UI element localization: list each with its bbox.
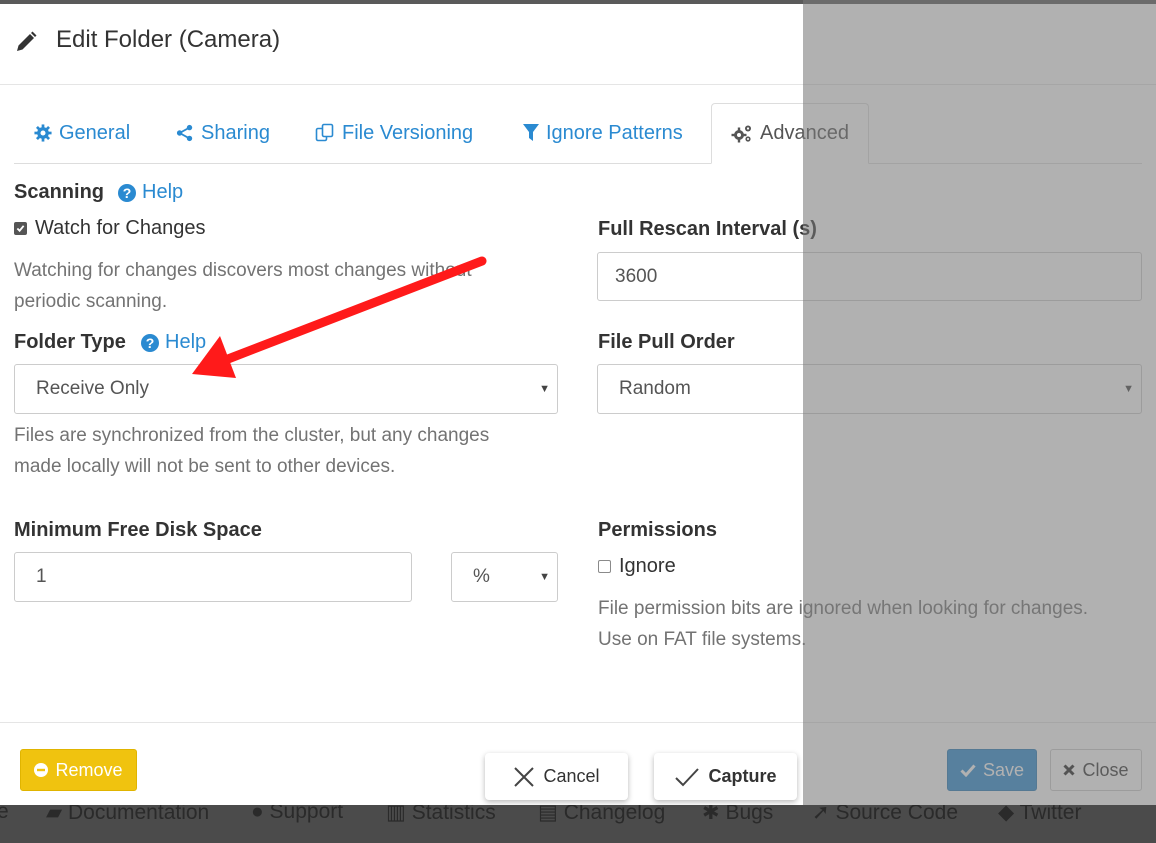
question-circle-icon: ?	[141, 333, 159, 352]
min-disk-input[interactable]: 1	[14, 552, 412, 602]
tab-general[interactable]: General	[34, 103, 130, 163]
folder-type-help-link[interactable]: ? Help	[141, 331, 206, 354]
permissions-label: Permissions	[598, 519, 717, 541]
pull-order-value: Random	[619, 378, 691, 399]
folder-type-select[interactable]: Receive Only ▼	[14, 364, 558, 414]
question-circle-icon: ?	[118, 183, 136, 202]
watch-for-changes-label: Watch for Changes	[35, 217, 206, 239]
min-disk-unit-select[interactable]: % ▼	[451, 552, 558, 602]
check-icon	[960, 764, 976, 777]
edit-folder-modal: Edit Folder (Camera) General Sharing Fil…	[0, 4, 1156, 805]
scanning-hint: Watching for changes discovers most chan…	[14, 260, 472, 312]
folder-type-help-text: Help	[165, 331, 207, 353]
folder-type-label: Folder Type	[14, 331, 126, 353]
remove-button[interactable]: Remove	[20, 749, 137, 791]
pencil-icon	[17, 31, 37, 51]
rescan-interval-input[interactable]: 3600	[597, 252, 1142, 301]
copy-icon	[315, 123, 334, 142]
min-disk-label: Minimum Free Disk Space	[14, 519, 262, 541]
save-button-label: Save	[982, 759, 1025, 780]
minus-circle-icon	[34, 763, 49, 777]
min-disk-unit-value: %	[473, 566, 490, 587]
scanning-label: Scanning	[14, 181, 105, 203]
pull-order-select[interactable]: Random ▼	[597, 364, 1142, 414]
cancel-x-icon	[514, 766, 535, 787]
tab-sharing-label: Sharing	[201, 121, 270, 144]
tab-advanced[interactable]: Advanced	[711, 103, 869, 164]
tab-ignore-patterns[interactable]: Ignore Patterns	[523, 103, 683, 163]
modal-header: Edit Folder (Camera)	[0, 4, 1156, 85]
gear-icon	[34, 124, 52, 142]
tab-advanced-label: Advanced	[760, 122, 849, 144]
filter-icon	[523, 124, 539, 141]
pull-order-label: File Pull Order	[598, 331, 735, 353]
gears-icon	[731, 125, 751, 142]
capture-confirm-label: Capture	[708, 766, 777, 786]
rescan-interval-label: Full Rescan Interval (s)	[598, 218, 817, 240]
rescan-interval-value: 3600	[615, 265, 658, 287]
watch-for-changes-checkbox[interactable]: Watch for Changes	[14, 217, 205, 240]
ignore-permissions-checkbox[interactable]: Ignore	[598, 555, 676, 578]
tab-sharing[interactable]: Sharing	[176, 103, 270, 163]
tab-bar: General Sharing File Versioning Ignore P…	[14, 103, 1142, 164]
capture-confirm-button[interactable]: Capture	[654, 753, 797, 800]
caret-down-icon: ▼	[539, 571, 550, 583]
share-icon	[176, 124, 193, 142]
close-button-label: Close	[1082, 759, 1129, 780]
capture-cancel-button[interactable]: Cancel	[485, 753, 628, 800]
capture-cancel-label: Cancel	[543, 766, 600, 786]
caret-down-icon: ▼	[1123, 383, 1134, 395]
min-disk-value: 1	[36, 566, 47, 587]
ignore-permissions-label: Ignore	[619, 555, 676, 577]
scanning-help-text: Help	[142, 181, 184, 203]
caret-down-icon: ▼	[539, 383, 550, 395]
checkbox-unchecked-icon[interactable]	[598, 560, 611, 573]
scanning-help-link[interactable]: ? Help	[118, 181, 183, 204]
tab-general-label: General	[59, 121, 131, 144]
close-button[interactable]: Close	[1050, 749, 1142, 791]
permissions-hint: File permission bits are ignored when lo…	[598, 598, 1089, 650]
checkbox-checked-icon[interactable]	[14, 222, 27, 235]
tab-ignore-patterns-label: Ignore Patterns	[546, 121, 683, 144]
checkmark-icon	[675, 767, 700, 786]
folder-type-value: Receive Only	[36, 378, 149, 399]
close-icon	[1063, 764, 1076, 776]
tab-file-versioning[interactable]: File Versioning	[315, 103, 473, 163]
modal-title: Edit Folder (Camera)	[56, 26, 281, 53]
tab-file-versioning-label: File Versioning	[342, 121, 474, 144]
folder-type-hint: Files are synchronized from the cluster,…	[14, 425, 490, 477]
remove-button-label: Remove	[55, 759, 123, 780]
save-button[interactable]: Save	[947, 749, 1037, 791]
